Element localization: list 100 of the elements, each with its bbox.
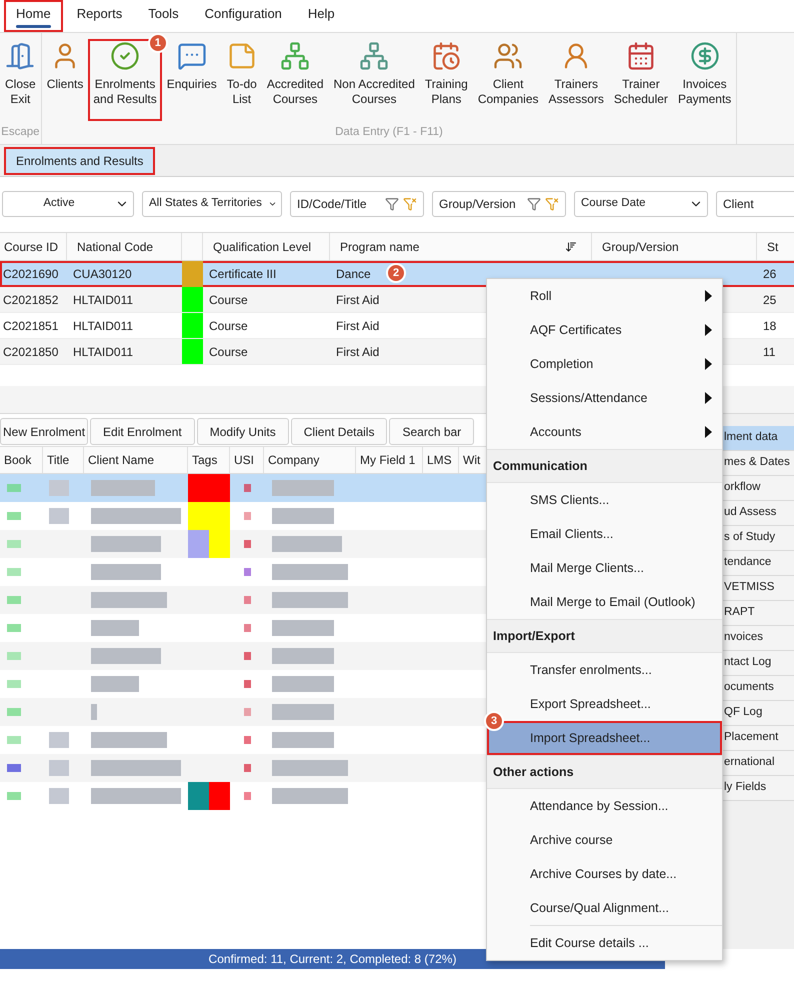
toolbar-button[interactable]: Modify Units: [196, 418, 289, 445]
table-cell-text: Course: [208, 318, 248, 334]
table-cell-text: C2021690: [2, 266, 58, 283]
submenu-arrow-icon: [705, 290, 712, 302]
redacted-text: [272, 508, 334, 524]
menu-tab[interactable]: Configuration: [192, 0, 294, 32]
redacted-text: [272, 536, 342, 552]
redacted-text: [49, 760, 69, 776]
course-row[interactable]: C2021690 CUA30120 Certificate III Dance 2 26: [0, 261, 794, 287]
group-label: Escape: [0, 124, 41, 140]
toolbar-button[interactable]: New Enrolment: [0, 418, 88, 445]
redacted-text: [272, 676, 334, 692]
menu-tab[interactable]: Reports: [64, 0, 134, 32]
dollar-icon: [690, 41, 720, 71]
column-header[interactable]: Tags: [192, 451, 218, 469]
menu-item[interactable]: Archive course: [487, 823, 722, 857]
toolbar-button[interactable]: Client Details: [290, 418, 388, 445]
ribbon-button[interactable]: Client Companies: [472, 39, 544, 121]
clear-filter-icon[interactable]: [403, 197, 417, 211]
filter-field[interactable]: Group/Version: [432, 191, 566, 217]
step-badge: 1: [148, 33, 168, 53]
column-header[interactable]: Group/Version: [596, 238, 679, 256]
filter-icon[interactable]: [385, 197, 399, 211]
document-tab[interactable]: Enrolments and Results: [4, 146, 156, 174]
ribbon-button[interactable]: Trainer Scheduler: [608, 39, 673, 121]
column-header[interactable]: Title: [47, 451, 70, 469]
column-header[interactable]: LMS: [427, 451, 452, 469]
chat-icon: [176, 41, 207, 71]
column-header[interactable]: Course ID: [4, 238, 58, 256]
column-header[interactable]: My Field 1: [360, 451, 416, 469]
column-header[interactable]: Wit: [463, 451, 480, 469]
redacted-text: [49, 508, 69, 524]
table-cell-text: Certificate III: [208, 266, 276, 283]
submenu-arrow-icon: [705, 324, 712, 336]
menu-item[interactable]: Edit Course details ...: [487, 926, 722, 960]
table-cell-text: Course: [208, 344, 248, 360]
menu-section-header: Import/Export: [493, 628, 575, 645]
column-header[interactable]: National Code: [71, 238, 154, 256]
hierarchy-icon: [359, 41, 390, 71]
column-header[interactable]: Company: [268, 451, 320, 469]
clear-filter-icon[interactable]: [545, 197, 559, 211]
redacted-text: [272, 480, 334, 496]
menu-tab[interactable]: Tools: [136, 0, 191, 32]
menu-item[interactable]: Archive Courses by date...: [487, 857, 722, 891]
table-cell-text: 25: [762, 292, 776, 308]
client-field[interactable]: Client: [716, 191, 794, 217]
ribbon-button[interactable]: Clients: [42, 39, 88, 121]
filter-dropdown[interactable]: Active: [2, 191, 134, 217]
ribbon-button[interactable]: Invoices Payments: [672, 39, 736, 121]
ribbon-button[interactable]: Trainers Assessors: [544, 39, 609, 121]
redacted-text: [272, 704, 334, 720]
filter-field[interactable]: ID/Code/Title: [290, 191, 424, 217]
redacted-text: [91, 648, 161, 664]
group-label: Data Entry (F1 - F11): [334, 124, 444, 140]
table-cell-text: CUA30120: [72, 266, 132, 283]
column-header[interactable]: Program name: [334, 238, 420, 256]
toolbar-button[interactable]: Search bar: [389, 418, 474, 445]
table-cell-text: First Aid: [335, 318, 380, 334]
door-icon: [5, 41, 36, 71]
table-cell-text: First Aid: [335, 344, 380, 360]
status-text: Confirmed: 11, Current: 2, Completed: 8 (72%): [208, 951, 456, 968]
column-header[interactable]: Book: [4, 451, 32, 469]
menu-item[interactable]: Sessions/Attendance: [487, 381, 722, 415]
menu-tab[interactable]: Home: [4, 0, 63, 32]
filter-input[interactable]: Group/Version: [439, 195, 527, 213]
filter-input[interactable]: ID/Code/Title: [297, 195, 385, 213]
table-cell-text: C2021852: [2, 292, 58, 308]
redacted-text: [91, 676, 139, 692]
ribbon-button[interactable]: Training Plans: [420, 39, 473, 121]
ribbon-button[interactable]: Close Exit: [0, 39, 41, 121]
redacted-text: [49, 788, 69, 804]
menu-section-header: Communication: [493, 458, 588, 475]
column-header[interactable]: St: [761, 238, 778, 256]
column-header[interactable]: Client Name: [88, 451, 154, 469]
column-header[interactable]: Qualification Level: [207, 238, 312, 256]
ribbon-button[interactable]: To-do List: [222, 39, 262, 121]
table-cell-text: C2021850: [2, 344, 58, 360]
redacted-text: [91, 480, 155, 496]
table-cell-text: Dance: [335, 266, 371, 283]
filter-icon[interactable]: [527, 197, 541, 211]
sort-icon[interactable]: [565, 240, 577, 252]
column-header[interactable]: USI: [234, 451, 254, 469]
submenu-arrow-icon: [705, 358, 712, 370]
toolbar-button[interactable]: Edit Enrolment: [90, 418, 195, 445]
menu-tab[interactable]: Help: [296, 0, 347, 32]
redacted-text: [91, 536, 161, 552]
redacted-text: [272, 620, 334, 636]
ribbon-button[interactable]: Non Accredited Courses: [328, 39, 420, 121]
clock-icon: [431, 41, 462, 71]
client-input[interactable]: Client: [723, 195, 788, 213]
check-icon: [110, 41, 140, 71]
filter-dropdown[interactable]: All States & Territories: [142, 191, 282, 217]
filter-dropdown[interactable]: Course Date: [574, 191, 708, 217]
note-icon: [226, 41, 257, 71]
menu-item[interactable]: Course/Qual Alignment...: [487, 891, 722, 925]
redacted-text: [49, 480, 69, 496]
ribbon-button[interactable]: Accredited Courses: [262, 39, 329, 121]
submenu-arrow-icon: [705, 392, 712, 404]
table-cell-text: HLTAID011: [72, 292, 134, 308]
hierarchy-icon: [280, 41, 310, 71]
